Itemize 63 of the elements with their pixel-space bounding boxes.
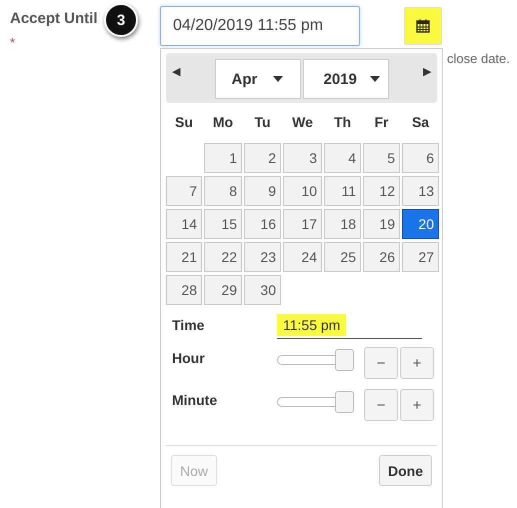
day-cell[interactable]: 25 xyxy=(324,242,361,272)
step-badge: 3 xyxy=(104,3,138,37)
day-cell[interactable]: 1 xyxy=(204,143,242,173)
day-cell[interactable]: 5 xyxy=(363,143,400,173)
day-cell[interactable]: 11 xyxy=(324,176,361,206)
day-cell[interactable]: 6 xyxy=(402,143,439,173)
slider-thumb[interactable] xyxy=(335,349,354,371)
footer-button[interactable]: Done xyxy=(379,455,432,486)
day-cell[interactable]: 19 xyxy=(363,209,400,239)
increment-button[interactable]: + xyxy=(400,347,434,379)
slider-label: Hour xyxy=(171,350,206,366)
day-cell[interactable]: 2 xyxy=(244,143,281,173)
weekday-label: We xyxy=(291,113,314,132)
slider[interactable] xyxy=(277,349,354,371)
day-cell[interactable]: 30 xyxy=(244,275,281,305)
increment-button[interactable]: + xyxy=(400,389,434,421)
time-label: Time xyxy=(171,317,206,333)
day-cell[interactable]: 14 xyxy=(166,209,202,239)
day-cell[interactable]: 22 xyxy=(204,242,242,272)
calendar-button[interactable] xyxy=(404,7,442,45)
weekday-label: Su xyxy=(174,113,194,132)
day-cell[interactable]: 12 xyxy=(363,176,400,206)
day-cell[interactable]: 26 xyxy=(363,242,400,272)
date-input-field[interactable]: 04/20/2019 11:55 pm xyxy=(160,6,360,46)
decrement-button[interactable]: − xyxy=(364,389,398,421)
required-mark: * xyxy=(10,35,16,50)
month-select[interactable]: Apr xyxy=(214,59,300,99)
day-cell[interactable]: 23 xyxy=(244,242,281,272)
day-cell[interactable]: 3 xyxy=(283,143,322,173)
day-cell[interactable]: 9 xyxy=(244,176,281,206)
previous-month-button[interactable]: ◀ xyxy=(172,65,180,78)
weekday-label: Th xyxy=(332,113,352,132)
day-cell[interactable]: 13 xyxy=(402,176,439,206)
dropdown-caret-icon xyxy=(273,76,284,82)
day-cell[interactable]: 21 xyxy=(166,242,202,272)
slider-label: Minute xyxy=(171,392,218,408)
time-field: 11:55 pm xyxy=(277,312,422,338)
day-cell[interactable]: 20 xyxy=(402,209,439,239)
day-cell[interactable]: 4 xyxy=(324,143,361,173)
day-cell[interactable]: 28 xyxy=(166,275,202,305)
weekday-label: Sa xyxy=(410,113,430,132)
day-cell[interactable]: 16 xyxy=(244,209,281,239)
weekday-label: Mo xyxy=(212,113,234,132)
weekday-label: Tu xyxy=(253,113,272,132)
day-cell[interactable]: 7 xyxy=(166,176,202,206)
day-cell[interactable]: 27 xyxy=(402,242,439,272)
year-select[interactable]: 2019 xyxy=(302,59,388,99)
next-month-button[interactable]: ▶ xyxy=(423,65,431,78)
weekday-label: Fr xyxy=(374,113,390,132)
slider-thumb[interactable] xyxy=(335,391,354,413)
field-label: Accept Until xyxy=(10,10,98,27)
dropdown-caret-icon xyxy=(370,76,380,82)
day-cell[interactable]: 10 xyxy=(283,176,322,206)
help-text: close date. xyxy=(447,51,510,66)
day-cell[interactable]: 15 xyxy=(204,209,242,239)
day-cell[interactable]: 24 xyxy=(283,242,322,272)
decrement-button[interactable]: − xyxy=(364,347,398,379)
day-cell[interactable]: 17 xyxy=(283,209,322,239)
day-cell[interactable]: 18 xyxy=(324,209,361,239)
day-cell[interactable]: 8 xyxy=(204,176,242,206)
calendar-icon xyxy=(416,19,430,33)
day-cell[interactable]: 29 xyxy=(204,275,242,305)
slider[interactable] xyxy=(277,391,354,413)
